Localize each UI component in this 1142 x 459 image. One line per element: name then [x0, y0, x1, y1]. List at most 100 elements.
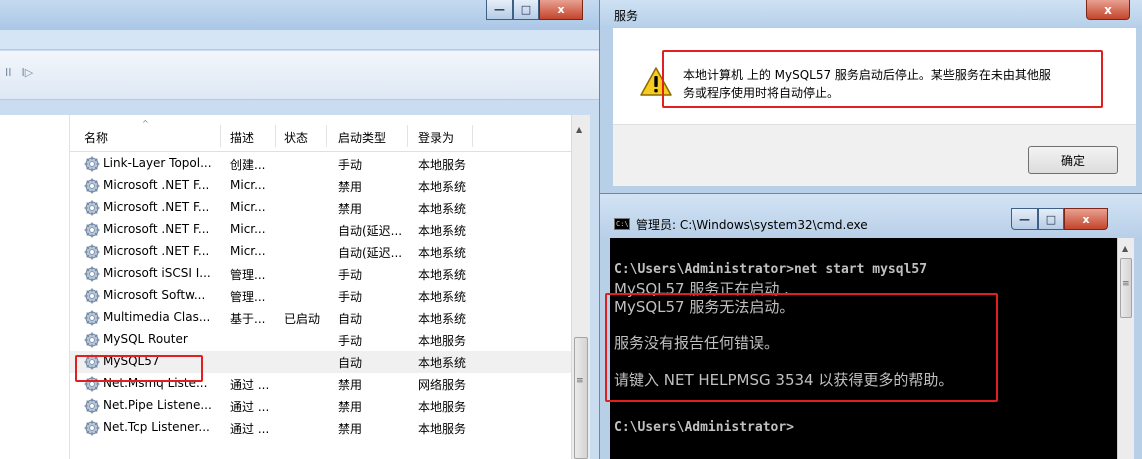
table-row[interactable]: Link-Layer Topol... 创建... 手动 本地服务: [70, 153, 571, 175]
sort-ascending-icon: ^: [142, 119, 149, 128]
table-row[interactable]: Microsoft .NET F... Micr... 自动(延迟... 本地系统: [70, 219, 571, 241]
dialog-footer: 确定: [613, 124, 1136, 186]
table-row[interactable]: Net.Pipe Listene... 通过 ... 禁用 本地服务: [70, 395, 571, 417]
scroll-thumb[interactable]: [574, 337, 588, 459]
service-controls: II I▷: [5, 66, 33, 79]
menu-bar: [0, 30, 599, 50]
services-window: — □ x II I▷ ^ 名称 描述 状态 启动类型 登录为 Link-Lay…: [0, 0, 599, 459]
cmd-icon: C:\: [614, 218, 630, 230]
service-startup-type: 手动: [338, 290, 363, 304]
service-logon-as: 本地系统: [418, 180, 467, 194]
terminal-line: C:\Users\Administrator>net start mysql57: [614, 262, 928, 277]
service-name: Microsoft .NET F...: [103, 244, 210, 258]
service-startup-type: 自动: [338, 356, 363, 370]
services-caption-buttons: — □ x: [486, 0, 583, 20]
scroll-grip-icon: ≡: [576, 376, 584, 386]
service-name: Multimedia Clas...: [103, 310, 211, 324]
toolbar: II I▷: [0, 51, 599, 100]
table-row[interactable]: Microsoft .NET F... Micr... 禁用 本地系统: [70, 197, 571, 219]
table-row[interactable]: MySQL Router 手动 本地服务: [70, 329, 571, 351]
table-row[interactable]: Microsoft .NET F... Micr... 自动(延迟... 本地系统: [70, 241, 571, 263]
service-description: 管理...: [230, 290, 266, 304]
service-gear-icon: [84, 222, 100, 238]
description-pane: [0, 115, 70, 459]
service-logon-as: 本地系统: [418, 290, 467, 304]
column-header-startup-type[interactable]: 启动类型: [338, 129, 386, 146]
service-description: 通过 ...: [230, 400, 270, 414]
table-row[interactable]: Microsoft Softw... 管理... 手动 本地系统: [70, 285, 571, 307]
close-button[interactable]: x: [539, 0, 583, 20]
service-startup-type: 自动(延迟...: [338, 224, 403, 238]
service-description: 创建...: [230, 158, 266, 172]
service-gear-icon: [84, 332, 100, 348]
services-titlebar: — □ x: [0, 0, 599, 30]
service-name: Microsoft iSCSI I...: [103, 266, 211, 280]
table-row[interactable]: Multimedia Clas... 基于... 已启动 自动 本地系统: [70, 307, 571, 329]
service-logon-as: 本地系统: [418, 224, 467, 238]
maximize-button[interactable]: □: [513, 0, 539, 20]
service-startup-type: 禁用: [338, 422, 363, 436]
service-gear-icon: [84, 178, 100, 194]
minimize-button[interactable]: —: [486, 0, 513, 20]
cmd-minimize-button[interactable]: —: [1011, 208, 1038, 230]
service-startup-type: 手动: [338, 158, 363, 172]
service-startup-type: 禁用: [338, 378, 363, 392]
scroll-up-arrow-icon[interactable]: ▲: [576, 125, 582, 134]
service-logon-as: 本地服务: [418, 334, 467, 348]
service-description: Micr...: [230, 244, 266, 258]
table-row[interactable]: Microsoft .NET F... Micr... 禁用 本地系统: [70, 175, 571, 197]
service-description: Micr...: [230, 222, 266, 236]
table-row[interactable]: Microsoft iSCSI I... 管理... 手动 本地系统: [70, 263, 571, 285]
service-description: 基于...: [230, 312, 266, 326]
service-startup-type: 禁用: [338, 180, 363, 194]
pane-gap: [0, 101, 599, 115]
cmd-error-highlight-box: [605, 293, 998, 402]
column-header-name[interactable]: 名称: [84, 129, 108, 146]
terminal-prompt: C:\Users\Administrator>: [614, 420, 795, 435]
dialog-close-button[interactable]: x: [1086, 0, 1130, 20]
cmd-scroll-up-arrow-icon[interactable]: ▲: [1122, 244, 1128, 253]
service-name: Microsoft .NET F...: [103, 222, 210, 236]
service-name: Link-Layer Topol...: [103, 156, 212, 170]
service-gear-icon: [84, 310, 100, 326]
service-description: 通过 ...: [230, 422, 270, 436]
pause-service-icon[interactable]: II: [5, 66, 12, 79]
vertical-scrollbar[interactable]: ▲ ≡: [571, 115, 590, 459]
column-header-status[interactable]: 状态: [284, 129, 308, 146]
service-gear-icon: [84, 200, 100, 216]
dialog-titlebar: 服务 x: [600, 0, 1142, 28]
cmd-close-button[interactable]: x: [1064, 208, 1108, 230]
ok-button[interactable]: 确定: [1028, 146, 1118, 174]
service-logon-as: 本地系统: [418, 246, 467, 260]
mysql57-highlight-box: [75, 355, 203, 382]
service-gear-icon: [84, 266, 100, 282]
service-description: Micr...: [230, 200, 266, 214]
service-logon-as: 本地服务: [418, 422, 467, 436]
list-header: ^ 名称 描述 状态 启动类型 登录为: [70, 115, 571, 152]
service-name: Microsoft Softw...: [103, 288, 206, 302]
resume-service-icon[interactable]: I▷: [22, 66, 34, 79]
service-name: Net.Tcp Listener...: [103, 420, 210, 434]
dialog-message-highlight-box: [662, 50, 1103, 108]
column-header-logon-as[interactable]: 登录为: [418, 129, 454, 146]
service-gear-icon: [84, 420, 100, 436]
service-logon-as: 本地系统: [418, 356, 467, 370]
service-startup-type: 禁用: [338, 202, 363, 216]
service-name: Microsoft .NET F...: [103, 178, 210, 192]
cmd-titlebar: C:\ 管理员: C:\Windows\system32\cmd.exe — □…: [600, 194, 1142, 238]
column-header-description[interactable]: 描述: [230, 129, 254, 146]
cmd-caption-buttons: — □ x: [1011, 208, 1108, 230]
service-gear-icon: [84, 156, 100, 172]
service-name: Microsoft .NET F...: [103, 200, 210, 214]
service-startup-type: 手动: [338, 268, 363, 282]
cmd-maximize-button[interactable]: □: [1038, 208, 1064, 230]
cmd-vertical-scrollbar[interactable]: ▲ ≡: [1117, 238, 1134, 459]
table-row[interactable]: Net.Tcp Listener... 通过 ... 禁用 本地服务: [70, 417, 571, 439]
service-startup-type: 禁用: [338, 400, 363, 414]
service-startup-type: 自动: [338, 312, 363, 326]
service-logon-as: 本地系统: [418, 312, 467, 326]
service-description: Micr...: [230, 178, 266, 192]
service-description: 管理...: [230, 268, 266, 282]
service-name: MySQL Router: [103, 332, 188, 346]
service-name: Net.Pipe Listene...: [103, 398, 212, 412]
